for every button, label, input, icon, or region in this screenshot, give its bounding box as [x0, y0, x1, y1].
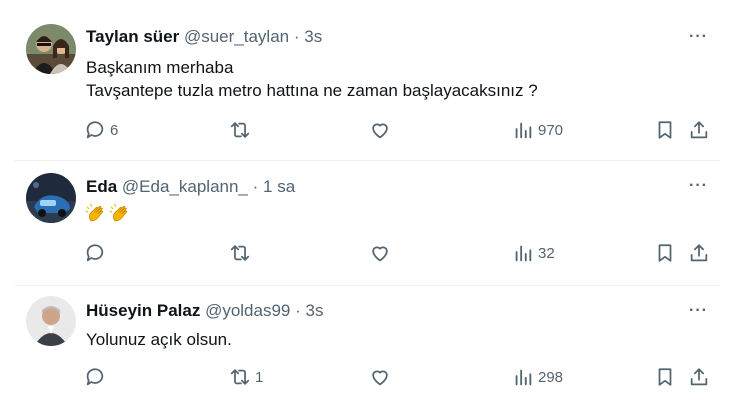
views-button[interactable]: 32 [512, 241, 555, 265]
share-icon [690, 244, 708, 262]
heart-icon [372, 246, 388, 262]
dot-separator: · [293, 27, 300, 46]
views-button[interactable]: 970 [512, 118, 563, 142]
avatar[interactable] [26, 173, 76, 223]
more-options-icon[interactable]: ··· [689, 177, 708, 195]
timestamp[interactable]: 1 sa [263, 177, 295, 196]
reply-button[interactable] [84, 241, 110, 265]
view-count: 298 [538, 368, 564, 386]
bookmark-button[interactable] [654, 118, 676, 142]
reply-icon [86, 244, 104, 262]
timestamp[interactable]: 3s [306, 301, 324, 320]
share-icon [690, 368, 708, 386]
like-button[interactable] [369, 241, 395, 265]
tweet-text: Yolunuz açık olsun. [86, 328, 232, 351]
heart-icon [372, 370, 388, 386]
action-bar: 32 [84, 241, 724, 265]
author-handle[interactable]: @Eda_kaplann_ [122, 177, 248, 196]
view-count: 970 [538, 121, 564, 139]
clapping-hands-emoji [86, 203, 104, 222]
bookmark-button[interactable] [654, 365, 676, 389]
tweet-1[interactable]: Taylan süer @suer_taylan · 3s ··· Başkan… [0, 0, 730, 158]
more-options-icon[interactable]: ··· [689, 28, 708, 46]
tweet-line: Yolunuz açık olsun. [86, 330, 232, 349]
author-handle[interactable]: @suer_taylan [184, 27, 289, 46]
tweet-text [86, 201, 134, 225]
tweet-text: Başkanım merhaba Tavşantepe tuzla metro … [86, 56, 538, 102]
tweet-header: Hüseyin Palaz @yoldas99 · 3s [86, 301, 323, 321]
dot-separator: · [252, 177, 259, 196]
bookmark-button[interactable] [654, 241, 676, 265]
action-bar: 6 970 [84, 118, 724, 142]
author-handle[interactable]: @yoldas99 [205, 301, 290, 320]
reply-icon [86, 368, 104, 386]
author-name[interactable]: Eda [86, 177, 117, 196]
share-icon [690, 121, 708, 139]
tweet-line: Başkanım merhaba [86, 58, 234, 77]
views-button[interactable]: 298 [512, 365, 563, 389]
bookmark-icon [658, 244, 672, 262]
tweet-header: Taylan süer @suer_taylan · 3s [86, 27, 322, 47]
timestamp[interactable]: 3s [304, 27, 322, 46]
like-button[interactable] [369, 365, 395, 389]
reply-button[interactable]: 6 [84, 118, 118, 142]
share-button[interactable] [688, 365, 710, 389]
author-name[interactable]: Taylan süer [86, 27, 179, 46]
retweet-count: 1 [255, 368, 264, 386]
retweet-button[interactable]: 1 [229, 365, 263, 389]
tweet-3[interactable]: Hüseyin Palaz @yoldas99 · 3s ··· Yolunuz… [0, 286, 730, 420]
tweet-header: Eda @Eda_kaplann_ · 1 sa [86, 177, 295, 197]
action-bar: 1 298 [84, 365, 724, 389]
retweet-icon [230, 369, 250, 385]
reply-icon [86, 121, 104, 139]
view-count: 32 [538, 244, 555, 262]
reply-count: 6 [110, 121, 119, 139]
avatar[interactable] [26, 296, 76, 346]
avatar[interactable] [26, 24, 76, 74]
dot-separator: · [295, 301, 301, 320]
analytics-icon [515, 245, 532, 262]
tweet-line: Tavşantepe tuzla metro hattına ne zaman … [86, 81, 538, 100]
retweet-icon [230, 122, 250, 138]
clapping-hands-emoji [110, 203, 128, 222]
analytics-icon [515, 122, 532, 139]
reply-button[interactable] [84, 365, 110, 389]
bookmark-icon [658, 368, 672, 386]
author-name[interactable]: Hüseyin Palaz [86, 301, 200, 320]
share-button[interactable] [688, 241, 710, 265]
retweet-button[interactable] [229, 118, 255, 142]
more-options-icon[interactable]: ··· [689, 302, 708, 320]
tweet-2[interactable]: Eda @Eda_kaplann_ · 1 sa ··· 32 [0, 161, 730, 289]
share-button[interactable] [688, 118, 710, 142]
retweet-button[interactable] [229, 241, 255, 265]
like-button[interactable] [369, 118, 395, 142]
heart-icon [372, 123, 388, 139]
bookmark-icon [658, 121, 672, 139]
analytics-icon [515, 369, 532, 386]
retweet-icon [230, 245, 250, 261]
